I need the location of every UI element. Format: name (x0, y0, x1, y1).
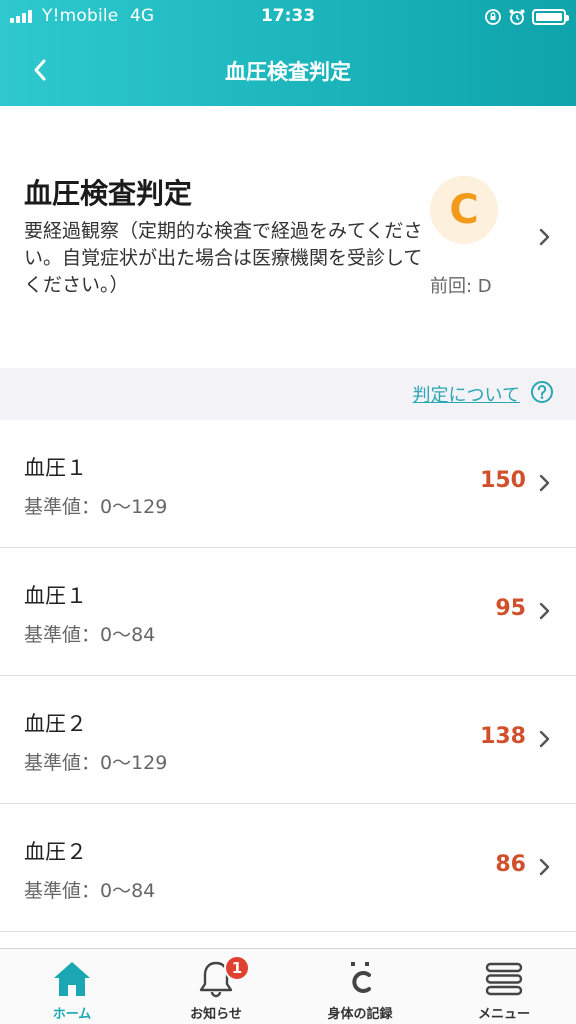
about-judgement-link[interactable]: 判定について (413, 381, 520, 407)
result-row[interactable]: 血圧２ 基準値：0〜129 138 (0, 676, 576, 804)
c-logo-icon (340, 959, 380, 999)
page-title: 血圧検査判定 (225, 60, 351, 84)
info-band: 判定について (0, 368, 576, 420)
result-row[interactable]: 血圧１ 基準値：0〜84 95 (0, 548, 576, 676)
summary-title: 血圧検査判定 (24, 177, 193, 210)
chevron-right-icon (539, 858, 550, 876)
tab-menu[interactable]: メニュー (432, 949, 576, 1024)
result-reference-range: 基準値：0〜84 (24, 624, 156, 646)
result-reference-range: 基準値：0〜129 (24, 496, 168, 518)
notification-count-badge: 1 (224, 955, 250, 981)
question-circle-icon[interactable] (530, 380, 554, 404)
orientation-lock-icon (485, 9, 501, 25)
menu-icon (484, 959, 524, 999)
home-icon (52, 959, 92, 999)
battery-icon (532, 9, 569, 25)
result-row[interactable]: 血圧１ 基準値：0〜129 150 (0, 420, 576, 548)
chevron-right-icon (539, 228, 550, 246)
nav-bar: 血圧検査判定 (0, 34, 576, 106)
bell-icon: 1 (196, 955, 250, 999)
chevron-right-icon (539, 730, 550, 748)
result-value: 138 (480, 724, 526, 749)
tab-label: ホーム (52, 1007, 92, 1022)
chevron-right-icon (539, 602, 550, 620)
result-name: 血圧２ (24, 712, 87, 736)
tab-home[interactable]: ホーム (0, 949, 144, 1024)
alarm-icon (509, 9, 525, 25)
tab-label: メニュー (477, 1007, 530, 1022)
status-bar: Y!mobile 4G 17:33 (0, 0, 576, 34)
result-name: 血圧１ (24, 584, 87, 608)
result-name: 血圧２ (24, 840, 87, 864)
result-value: 95 (495, 596, 526, 621)
result-value: 150 (480, 468, 526, 493)
status-icons (484, 8, 569, 26)
tab-label: 身体の記録 (327, 1007, 393, 1022)
result-name: 血圧１ (24, 456, 87, 480)
tab-notifications[interactable]: 1 お知らせ (144, 949, 288, 1024)
result-value: 86 (495, 852, 526, 877)
tab-body-records[interactable]: 身体の記録 (288, 949, 432, 1024)
judgement-summary-card[interactable]: 血圧検査判定 要経過観察（定期的な検査で経過をみてください。自覚症状が出た場合は… (0, 106, 576, 368)
bottom-tab-bar: ホーム 1 お知らせ 身体の記録 メニュー (0, 948, 576, 1024)
grade-badge: C (430, 176, 498, 244)
previous-grade: 前回: D (430, 276, 492, 297)
summary-description: 要経過観察（定期的な検査で経過をみてください。自覚症状が出た場合は医療機関を受診… (24, 220, 423, 296)
result-row[interactable]: 血圧２ 基準値：0〜84 86 (0, 804, 576, 932)
result-reference-range: 基準値：0〜129 (24, 752, 168, 774)
chevron-right-icon (539, 474, 550, 492)
tab-label: お知らせ (190, 1007, 242, 1022)
result-reference-range: 基準値：0〜84 (24, 880, 156, 902)
top-header-area: Y!mobile 4G 17:33 血圧検査判定 (0, 0, 576, 106)
